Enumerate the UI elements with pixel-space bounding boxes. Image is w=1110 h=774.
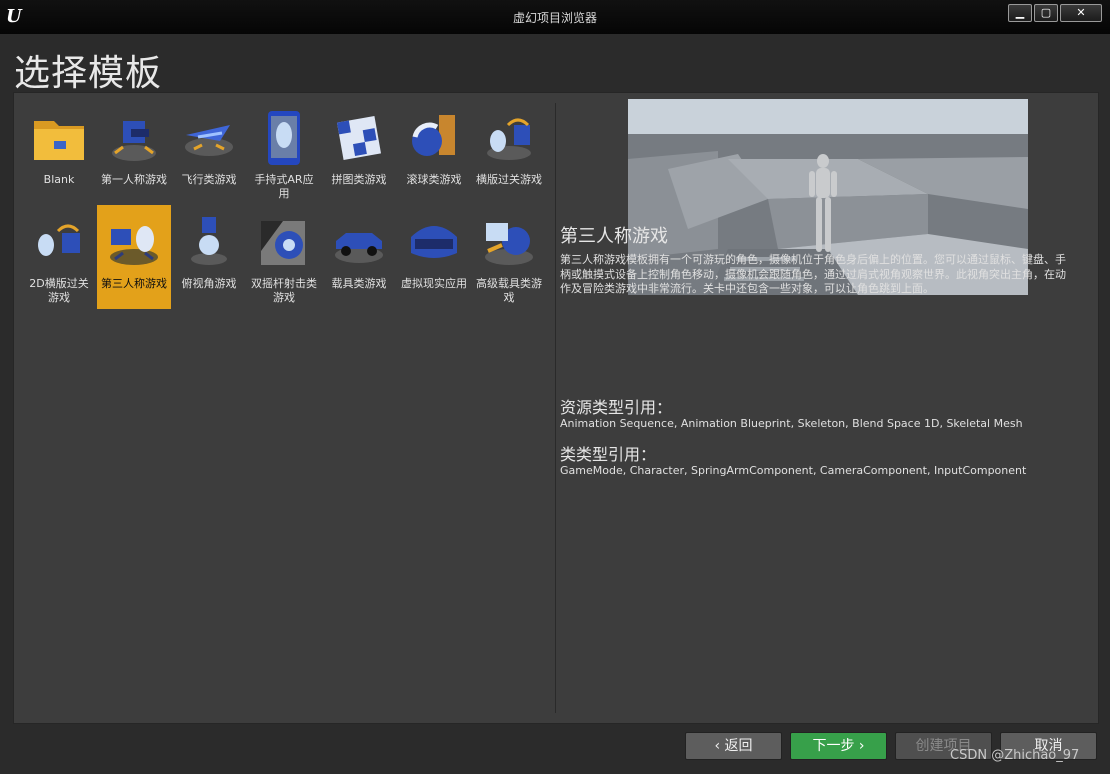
template-label: 双摇杆射击类游戏 <box>251 277 317 304</box>
template-label: 2D横版过关游戏 <box>29 277 89 304</box>
class-types-heading: 类类型引用： <box>560 445 657 464</box>
template-tile[interactable]: 飞行类游戏 <box>172 101 246 205</box>
template-label: Blank <box>43 173 75 186</box>
template-tile[interactable]: 拼图类游戏 <box>322 101 396 205</box>
watermark: CSDN @Zhichao_97 <box>950 748 1080 763</box>
template-label: 第三人称游戏 <box>101 277 167 290</box>
panel-divider <box>555 103 556 713</box>
template-label: 高级载具类游戏 <box>476 277 542 304</box>
template-label: 滚球类游戏 <box>406 173 462 186</box>
template-label: 横版过关游戏 <box>476 173 542 186</box>
template-tile[interactable]: 2D横版过关游戏 <box>22 205 96 309</box>
template-tile[interactable]: 手持式AR应用 <box>247 101 321 205</box>
template-tile[interactable]: 滚球类游戏 <box>397 101 471 205</box>
template-tile[interactable]: Blank <box>22 101 96 205</box>
vr-headset-icon <box>403 211 465 273</box>
class-types-list: GameMode, Character, SpringArmComponent,… <box>560 464 1027 477</box>
puzzle-icon <box>328 107 390 169</box>
template-grid: Blank 第一人称游戏 飞行类游戏 手持式AR应用 拼图类游戏 滚球类游戏 横版过关游戏 2… <box>22 101 552 309</box>
minimize-button[interactable]: ▁ <box>1008 4 1032 22</box>
template-label: 俯视角游戏 <box>181 277 237 290</box>
template-label: 飞行类游戏 <box>181 173 237 186</box>
back-button[interactable]: ‹ 返回 <box>685 732 782 760</box>
folder-icon <box>28 107 90 169</box>
third-person-icon <box>103 211 165 273</box>
page-title: 选择模板 <box>14 53 163 94</box>
template-label: 载具类游戏 <box>331 277 387 290</box>
handheld-ar-icon <box>253 107 315 169</box>
window-controls: ▁ ▢ ✕ <box>1008 4 1102 22</box>
template-panel: Blank 第一人称游戏 飞行类游戏 手持式AR应用 拼图类游戏 滚球类游戏 横版过关游戏 2… <box>13 92 1099 724</box>
flying-icon <box>178 107 240 169</box>
template-label: 第一人称游戏 <box>101 173 167 186</box>
template-tile[interactable]: 双摇杆射击类游戏 <box>247 205 321 309</box>
next-button[interactable]: 下一步 › <box>790 732 887 760</box>
asset-types-list: Animation Sequence, Animation Blueprint,… <box>560 417 1023 430</box>
first-person-icon <box>103 107 165 169</box>
title-bar: U 虚幻项目浏览器 ▁ ▢ ✕ <box>0 0 1110 34</box>
template-tile[interactable]: 虚拟现实应用 <box>397 205 471 309</box>
rolling-ball-icon <box>403 107 465 169</box>
detail-title: 第三人称游戏 <box>560 226 668 247</box>
advanced-vehicle-icon <box>478 211 540 273</box>
template-tile[interactable]: 俯视角游戏 <box>172 205 246 309</box>
window-title: 虚幻项目浏览器 <box>512 11 597 25</box>
side-scroller-icon <box>478 107 540 169</box>
template-label: 拼图类游戏 <box>331 173 387 186</box>
vehicle-icon <box>328 211 390 273</box>
template-tile[interactable]: 横版过关游戏 <box>472 101 546 205</box>
template-label: 手持式AR应用 <box>254 173 314 200</box>
asset-types-heading: 资源类型引用： <box>560 398 673 417</box>
template-tile[interactable]: 载具类游戏 <box>322 205 396 309</box>
twin-stick-icon <box>253 211 315 273</box>
top-down-icon <box>178 211 240 273</box>
template-tile[interactable]: 高级载具类游戏 <box>472 205 546 309</box>
2d-side-scroller-icon <box>28 211 90 273</box>
template-tile[interactable]: 第三人称游戏 <box>97 205 171 309</box>
template-tile[interactable]: 第一人称游戏 <box>97 101 171 205</box>
maximize-button[interactable]: ▢ <box>1034 4 1058 22</box>
close-button[interactable]: ✕ <box>1060 4 1102 22</box>
detail-description: 第三人称游戏模板拥有一个可游玩的角色，摄像机位于角色身后偏上的位置。您可以通过鼠… <box>560 253 1066 295</box>
template-label: 虚拟现实应用 <box>401 277 467 290</box>
